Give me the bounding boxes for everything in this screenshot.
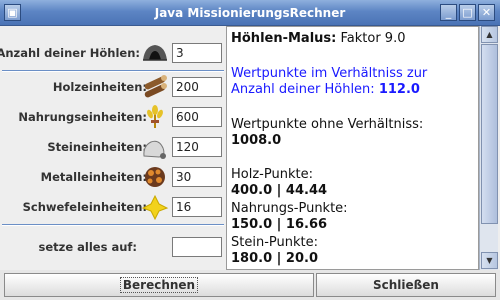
close-icon[interactable]: ✕: [478, 4, 495, 21]
result-scrollbar[interactable]: ▲ ▼: [479, 26, 498, 270]
separator-bottom: [2, 224, 224, 226]
window-title: Java MissionierungsRechner: [154, 6, 346, 20]
sulfur-label: Schwefeleinheiten:: [22, 200, 147, 214]
sulfur-input[interactable]: 16: [172, 197, 222, 217]
wood-row: Holzeinheiten: 200: [0, 74, 225, 100]
button-bar: Berechnen Schließen: [0, 270, 500, 300]
stone-points-label: Stein-Punkte:: [231, 235, 318, 250]
food-points-label: Nahrungs-Punkte:: [231, 201, 348, 216]
stone-points-value: 180.0 | 20.0: [231, 251, 318, 266]
ratio-value: 112.0: [378, 82, 420, 97]
minimize-icon[interactable]: _: [440, 4, 457, 21]
metal-input[interactable]: 30: [172, 167, 222, 187]
close-button[interactable]: Schließen: [316, 273, 496, 297]
stone-input[interactable]: 120: [172, 137, 222, 157]
scroll-thumb[interactable]: [481, 44, 498, 224]
cave-icon: [143, 45, 167, 61]
maximize-icon[interactable]: □: [459, 4, 476, 21]
wood-points-value: 400.0 | 44.44: [231, 183, 328, 198]
malus-line: Höhlen-Malus: Faktor 9.0: [231, 31, 405, 47]
wheat-icon: [147, 105, 163, 128]
wood-logs-icon: [144, 75, 167, 98]
stone-icon: [143, 140, 166, 159]
malus-label: Höhlen-Malus:: [231, 31, 337, 46]
stone-row: Steineinheiten: 120: [0, 134, 225, 160]
noratio-value: 1008.0: [231, 133, 282, 148]
sulfur-row: Schwefeleinheiten: 16: [0, 194, 225, 220]
malus-value: Faktor 9.0: [336, 31, 406, 46]
ratio-prefix: Anzahl deiner Höhlen:: [231, 82, 379, 97]
calculate-label: Berechnen: [119, 277, 199, 293]
wood-input[interactable]: 200: [172, 77, 222, 97]
food-row: Nahrungseinheiten: 600: [0, 104, 225, 130]
metal-row: Metalleinheiten: 30: [0, 164, 225, 190]
stone-label: Steineinheiten:: [47, 140, 147, 154]
scroll-down-icon[interactable]: ▼: [481, 252, 498, 269]
wood-label: Holzeinheiten:: [52, 80, 147, 94]
input-panel: Anzahl deiner Höhlen: 3 Holzeinheiten: 2…: [0, 26, 225, 270]
food-points-value: 150.0 | 16.66: [231, 217, 328, 232]
calculate-button[interactable]: Berechnen: [4, 273, 314, 297]
noratio-label: Wertpunkte ohne Verhältniss:: [231, 117, 424, 132]
set-all-row: setze alles auf:: [0, 234, 225, 260]
ratio-line-2: Anzahl deiner Höhlen: 112.0: [231, 82, 420, 98]
set-all-input[interactable]: [172, 237, 222, 257]
set-all-label: setze alles auf:: [38, 240, 137, 254]
food-input[interactable]: 600: [172, 107, 222, 127]
food-label: Nahrungseinheiten:: [18, 110, 147, 124]
metal-ore-icon: [145, 167, 165, 187]
separator-top: [2, 70, 224, 72]
sulfur-icon: [141, 194, 169, 220]
caves-label: Anzahl deiner Höhlen:: [0, 46, 140, 60]
wood-points-label: Holz-Punkte:: [231, 167, 313, 182]
metal-label: Metalleinheiten:: [40, 170, 147, 184]
scroll-up-icon[interactable]: ▲: [481, 26, 498, 43]
result-panel[interactable]: Höhlen-Malus: Faktor 9.0 Wertpunkte im V…: [226, 26, 479, 270]
caves-input[interactable]: 3: [172, 43, 222, 63]
caves-row: Anzahl deiner Höhlen: 3: [0, 40, 225, 66]
title-bar: ▣ Java MissionierungsRechner _ □ ✕: [0, 0, 500, 26]
ratio-line-1: Wertpunkte im Verhältniss zur: [231, 66, 428, 81]
